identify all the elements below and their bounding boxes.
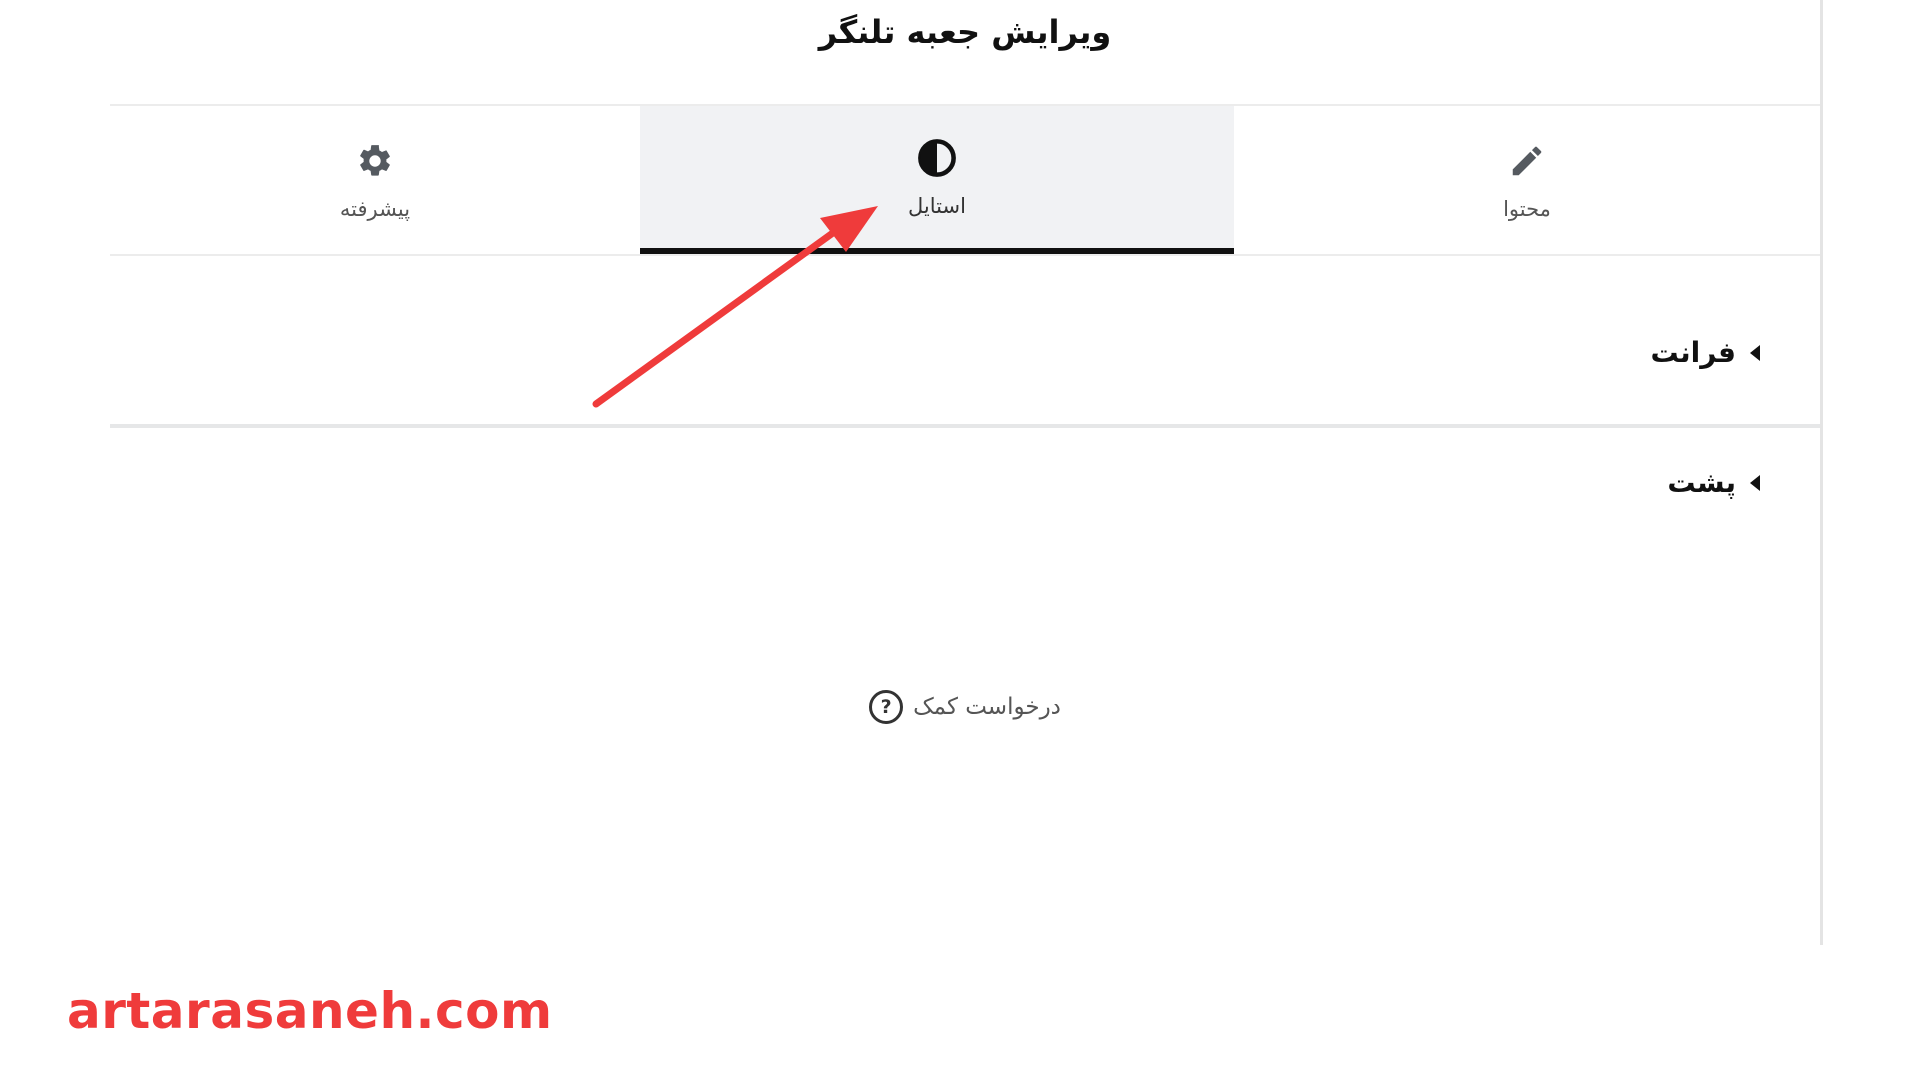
panel-title: ویرایش جعبه تلنگر	[110, 0, 1820, 106]
gear-icon	[353, 139, 397, 183]
contrast-icon	[915, 136, 959, 180]
section-front-label: فرانت	[1650, 336, 1736, 369]
tab-advanced-label: پیشرفته	[339, 197, 411, 221]
section-back-toggle[interactable]: پشت	[1667, 466, 1760, 499]
tab-style-label: استایل	[908, 194, 966, 218]
tab-content[interactable]: محتوا	[1234, 106, 1820, 254]
caret-left-icon	[1750, 474, 1760, 491]
section-back: پشت	[110, 428, 1820, 558]
watermark-text: artarasaneh.com	[67, 982, 553, 1040]
flip-box-editor-panel: ویرایش جعبه تلنگر پیشرفته استایل محتوا ف…	[110, 0, 1823, 945]
pencil-icon	[1505, 139, 1549, 183]
help-request-link[interactable]: درخواست کمک ?	[110, 690, 1820, 724]
question-circle-icon: ?	[869, 690, 904, 724]
section-front: فرانت	[110, 256, 1820, 428]
section-front-toggle[interactable]: فرانت	[1650, 336, 1760, 369]
tab-content-label: محتوا	[1503, 197, 1551, 221]
tab-advanced[interactable]: پیشرفته	[110, 106, 640, 254]
tab-style[interactable]: استایل	[640, 106, 1234, 254]
page: ویرایش جعبه تلنگر پیشرفته استایل محتوا ف…	[0, 0, 1920, 1080]
help-request-label: درخواست کمک	[913, 694, 1061, 720]
tab-bar: پیشرفته استایل محتوا	[110, 106, 1820, 256]
section-back-label: پشت	[1667, 466, 1736, 499]
caret-left-icon	[1750, 344, 1760, 361]
